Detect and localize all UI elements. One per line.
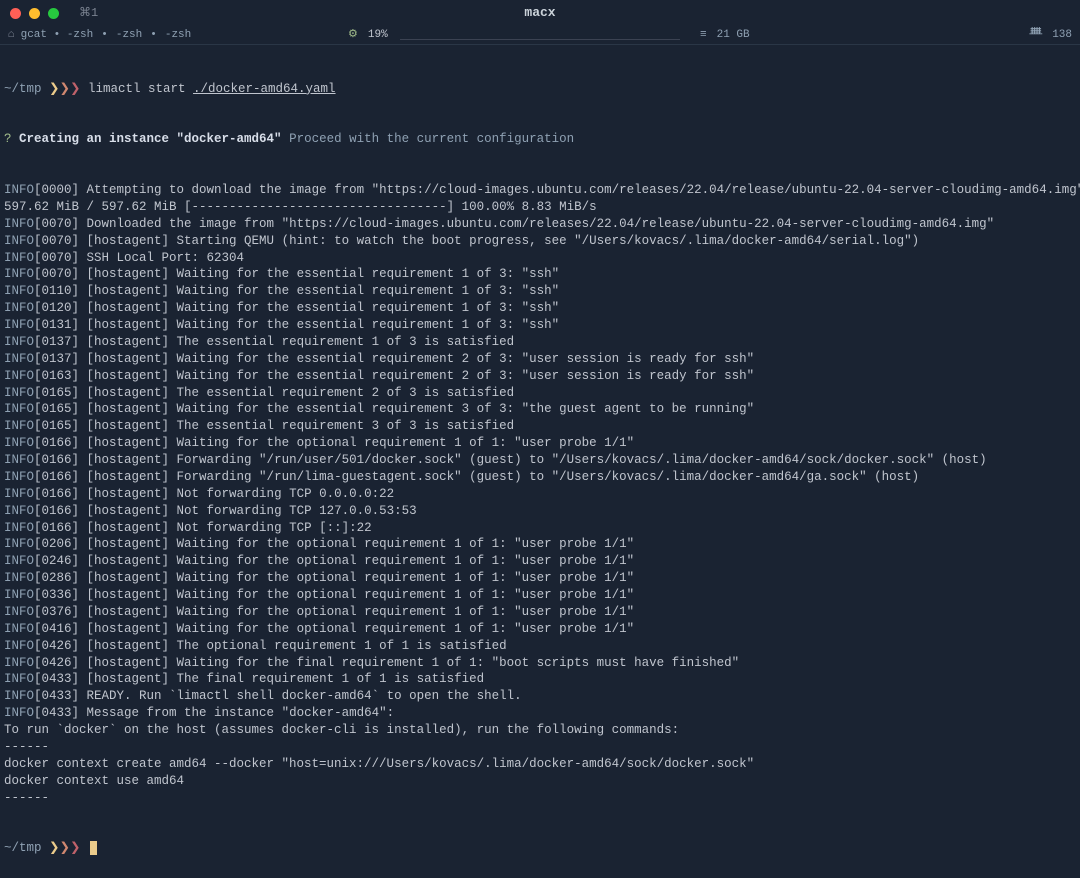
cursor xyxy=(90,841,97,855)
tmux-status-bar: ⌂ gcat • -zsh • -zsh • -zsh ⚙19% ≡21 GB … xyxy=(0,26,1080,44)
log-line: INFO[0110] [hostagent] Waiting for the e… xyxy=(4,283,1076,300)
terminal-host-icon: ⌂ xyxy=(8,28,15,43)
close-traffic-light[interactable] xyxy=(10,8,21,19)
tab-2[interactable]: -zsh xyxy=(114,28,144,43)
log-line: INFO[0426] [hostagent] Waiting for the f… xyxy=(4,655,1076,672)
log-line: INFO[0426] [hostagent] The optional requ… xyxy=(4,638,1076,655)
log-line: INFO[0336] [hostagent] Waiting for the o… xyxy=(4,587,1076,604)
log-line: INFO[0070] [hostagent] Waiting for the e… xyxy=(4,266,1076,283)
log-line: INFO[0163] [hostagent] Waiting for the e… xyxy=(4,368,1076,385)
log-line: To run `docker` on the host (assumes doc… xyxy=(4,722,1076,739)
log-line: INFO[0286] [hostagent] Waiting for the o… xyxy=(4,570,1076,587)
log-line: INFO[0206] [hostagent] Waiting for the o… xyxy=(4,536,1076,553)
status-cpu: ⚙19% xyxy=(348,28,680,43)
tab-1[interactable]: gcat • -zsh xyxy=(19,28,96,43)
terminal-output[interactable]: ~/tmp ❯❯❯ limactl start ./docker-amd64.y… xyxy=(0,45,1080,878)
log-line: INFO[0433] [hostagent] The final require… xyxy=(4,671,1076,688)
log-line: INFO[0137] [hostagent] Waiting for the e… xyxy=(4,351,1076,368)
log-line: docker context create amd64 --docker "ho… xyxy=(4,756,1076,773)
log-line: INFO[0070] Downloaded the image from "ht… xyxy=(4,216,1076,233)
command-text: limactl start ./docker-amd64.yaml xyxy=(88,82,336,96)
titlebar: ⌘1 macx xyxy=(0,0,1080,26)
log-line: INFO[0246] [hostagent] Waiting for the o… xyxy=(4,553,1076,570)
memory-icon: ≡ xyxy=(700,28,707,43)
log-line: INFO[0137] [hostagent] The essential req… xyxy=(4,334,1076,351)
prompt-line-2: ~/tmp ❯❯❯ xyxy=(4,840,1076,857)
log-line: docker context use amd64 xyxy=(4,773,1076,790)
confirm-line: ? Creating an instance "docker-amd64" Pr… xyxy=(4,131,1076,148)
maximize-traffic-light[interactable] xyxy=(48,8,59,19)
log-line: INFO[0120] [hostagent] Waiting for the e… xyxy=(4,300,1076,317)
log-line: INFO[0070] [hostagent] Starting QEMU (hi… xyxy=(4,233,1076,250)
tmux-tabs: ⌂ gcat • -zsh • -zsh • -zsh xyxy=(8,28,193,43)
log-line: INFO[0000] Attempting to download the im… xyxy=(4,182,1076,199)
log-line: INFO[0166] [hostagent] Forwarding "/run/… xyxy=(4,452,1076,469)
log-line: ------ xyxy=(4,739,1076,756)
log-line: INFO[0165] [hostagent] The essential req… xyxy=(4,385,1076,402)
log-line: ------ xyxy=(4,790,1076,807)
prompt-line-1: ~/tmp ❯❯❯ limactl start ./docker-amd64.y… xyxy=(4,81,1076,98)
status-right: ᚙ138 xyxy=(1030,28,1072,43)
window-title: macx xyxy=(524,4,555,22)
log-line: INFO[0070] SSH Local Port: 62304 xyxy=(4,250,1076,267)
log-line: INFO[0166] [hostagent] Not forwarding TC… xyxy=(4,520,1076,537)
grid-icon: ᚙ xyxy=(1030,28,1043,43)
log-line: INFO[0165] [hostagent] The essential req… xyxy=(4,418,1076,435)
log-line: INFO[0433] READY. Run `limactl shell doc… xyxy=(4,688,1076,705)
log-line: INFO[0166] [hostagent] Forwarding "/run/… xyxy=(4,469,1076,486)
log-line: INFO[0166] [hostagent] Waiting for the o… xyxy=(4,435,1076,452)
log-line: INFO[0131] [hostagent] Waiting for the e… xyxy=(4,317,1076,334)
log-line: INFO[0166] [hostagent] Not forwarding TC… xyxy=(4,503,1076,520)
tab-shortcut-indicator: ⌘1 xyxy=(79,5,98,21)
log-line: INFO[0166] [hostagent] Not forwarding TC… xyxy=(4,486,1076,503)
minimize-traffic-light[interactable] xyxy=(29,8,40,19)
status-memory: ≡21 GB xyxy=(700,28,750,43)
log-line: INFO[0165] [hostagent] Waiting for the e… xyxy=(4,401,1076,418)
cpu-sparkline xyxy=(400,30,680,40)
traffic-lights xyxy=(10,8,59,19)
tab-3[interactable]: -zsh xyxy=(163,28,193,43)
log-line: INFO[0376] [hostagent] Waiting for the o… xyxy=(4,604,1076,621)
log-line: 597.62 MiB / 597.62 MiB [---------------… xyxy=(4,199,1076,216)
cpu-icon: ⚙ xyxy=(348,28,358,43)
prompt-chevron-icon: ❯❯❯ xyxy=(49,841,80,855)
prompt-chevron-icon: ❯❯❯ xyxy=(49,82,80,96)
log-line: INFO[0416] [hostagent] Waiting for the o… xyxy=(4,621,1076,638)
log-line: INFO[0433] Message from the instance "do… xyxy=(4,705,1076,722)
